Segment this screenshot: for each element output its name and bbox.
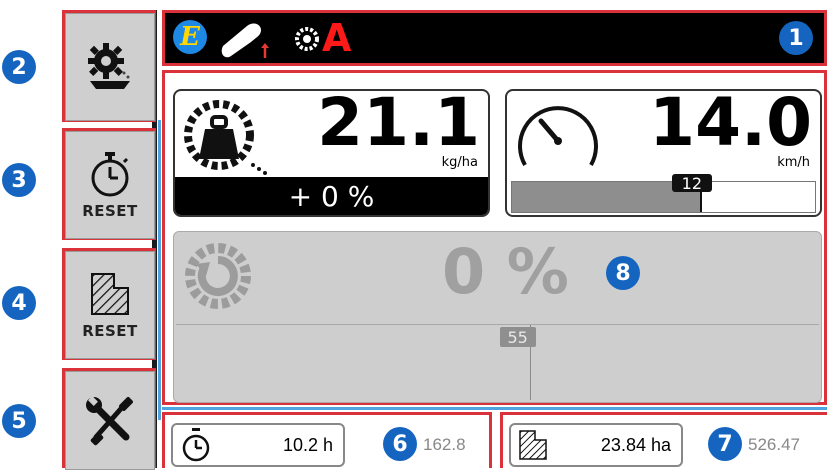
application-rate-panel[interactable]: 21.1 kg/ha + 0 % [173,84,490,217]
tools-button[interactable] [65,371,155,470]
stopwatch-icon [91,152,129,197]
main-work-area: 21.1 kg/ha + 0 % 14.0 km/h 12 0 % 8 55 [162,70,827,405]
disc-rotation-icon [185,243,251,309]
time-total: 162.8 [423,435,466,454]
disc-speed-bar: 55 [176,324,819,400]
callout-badge-7: 7 [708,427,742,461]
callout-badge-1: 1 [779,21,813,55]
callout-badge-2: 2 [2,50,36,84]
callout-badge-6: 6 [383,427,417,461]
tools-frame [62,368,156,470]
spreader-gear-icon [88,43,130,89]
area-counter-box[interactable]: 23.84 ha [509,423,683,467]
stopwatch-small-icon [182,428,210,462]
fertilizer-bag-icon [221,23,269,58]
area-reset-label: RESET [82,322,138,340]
status-bar: E A 1 [162,10,827,66]
time-counter-box[interactable]: 10.2 h [171,423,345,467]
alarm-letter: A [322,16,352,60]
rate-gear-weight-icon [184,100,267,175]
callout-badge-8: 8 [606,256,640,290]
application-rate-unit: kg/ha [441,155,478,170]
e-mode-icon: E [173,20,207,54]
area-reset-frame: RESET [62,248,156,360]
spreader-settings-button[interactable] [65,13,155,121]
rate-adjust-bar[interactable]: + 0 % [175,177,488,215]
time-counter-frame: 10.2 h 6 162.8 [162,412,492,468]
disc-speed-panel[interactable]: 0 % 8 55 [173,231,822,403]
area-counter-frame: 23.84 ha 7 526.47 [500,412,827,468]
bottom-accent-line [162,407,827,410]
spreader-settings-frame [62,10,156,122]
hatched-area-small-icon [519,430,547,460]
time-reset-frame: RESET [62,128,156,240]
speed-unit: km/h [777,155,810,170]
callout-badge-4: 4 [2,286,36,320]
area-total: 526.47 [748,435,800,454]
disc-bar-label: 55 [499,327,536,347]
area-reset-button[interactable]: RESET [65,251,155,359]
speedometer-icon [518,106,598,166]
rate-adjust-value: + 0 % [288,179,375,213]
speed-bar-label: 12 [671,174,712,193]
hatched-area-icon [91,273,129,315]
time-reset-button[interactable]: RESET [65,131,155,239]
speed-bar: 12 [511,174,816,213]
callout-badge-5: 5 [2,404,36,438]
time-reset-label: RESET [82,202,138,220]
sidebar-accent-line [158,120,161,420]
callout-badge-3: 3 [2,163,36,197]
disc-gear-icon [295,27,319,51]
speed-value: 14.0 [649,84,812,161]
speed-panel[interactable]: 14.0 km/h 12 [505,84,822,217]
area-value: 23.84 ha [600,434,671,455]
wrench-screwdriver-icon [86,395,133,445]
disc-speed-value: 0 % [442,235,569,308]
application-rate-value: 21.1 [317,84,480,161]
time-value: 10.2 h [282,434,333,455]
